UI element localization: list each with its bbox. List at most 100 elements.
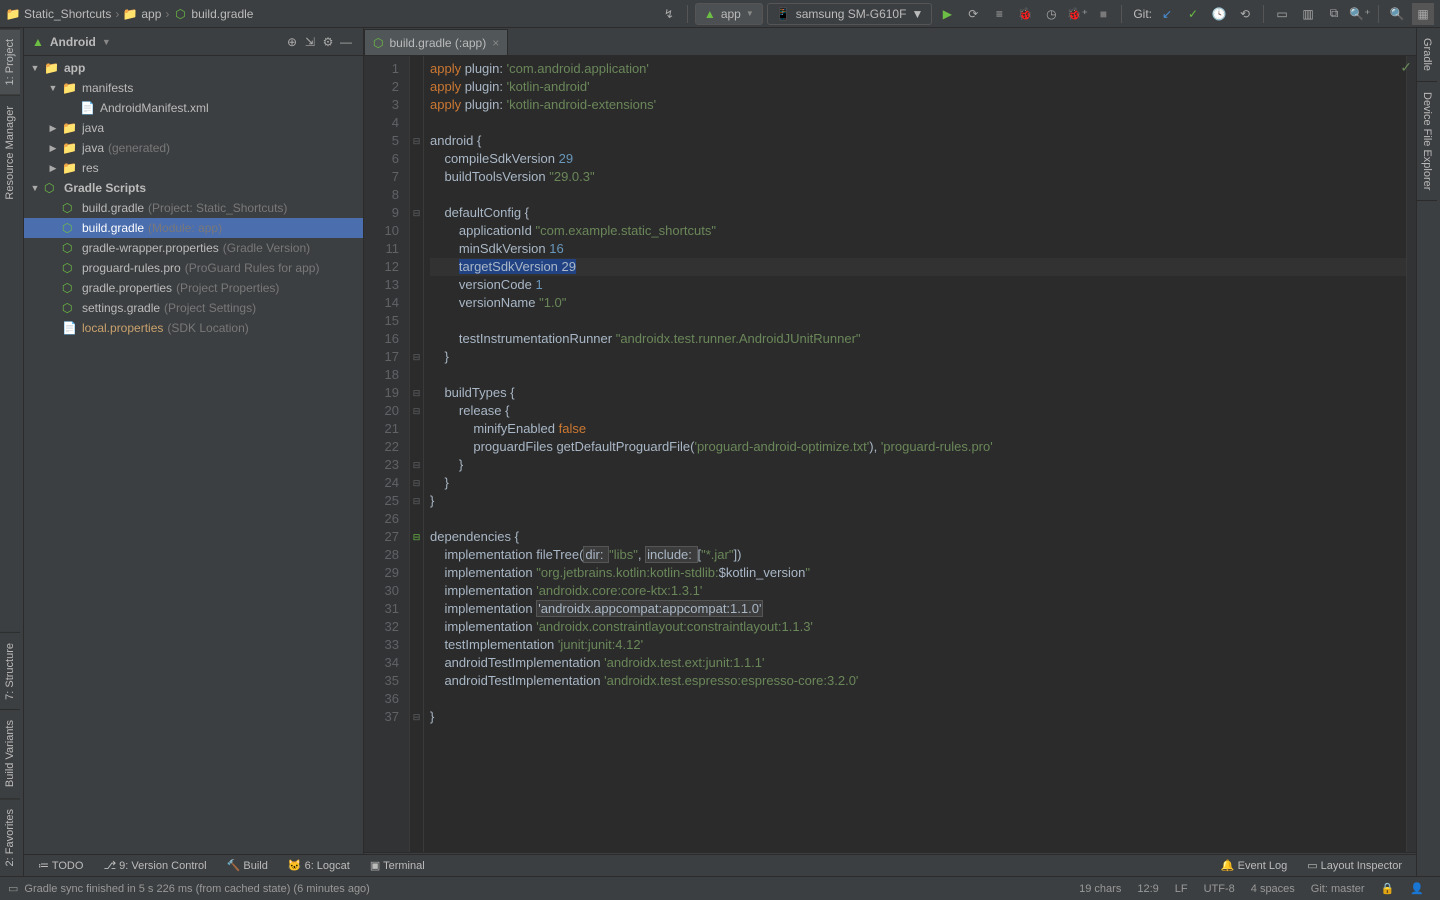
toolwindow-button[interactable]: ▣ Terminal bbox=[360, 855, 435, 876]
code-line[interactable]: implementation 'androidx.core:core-ktx:1… bbox=[430, 582, 1406, 600]
toolwindow-button[interactable]: ⎇ 9: Version Control bbox=[93, 855, 216, 876]
code-line[interactable]: } bbox=[430, 348, 1406, 366]
code-line[interactable]: minSdkVersion 16 bbox=[430, 240, 1406, 258]
device-select[interactable]: 📱 samsung SM-G610F ▼ bbox=[767, 3, 933, 25]
stop-icon[interactable]: ■ bbox=[1092, 3, 1114, 25]
code-line[interactable]: proguardFiles getDefaultProguardFile('pr… bbox=[430, 438, 1406, 456]
code-line[interactable]: implementation fileTree(dir: "libs", inc… bbox=[430, 546, 1406, 564]
code-line[interactable] bbox=[430, 312, 1406, 330]
code-line[interactable]: minifyEnabled false bbox=[430, 420, 1406, 438]
code-line[interactable]: defaultConfig { bbox=[430, 204, 1406, 222]
close-icon[interactable]: × bbox=[492, 36, 499, 50]
code-line[interactable]: } bbox=[430, 474, 1406, 492]
code-line[interactable]: androidTestImplementation 'androidx.test… bbox=[430, 672, 1406, 690]
attach-debug-icon[interactable]: 🐞⁺ bbox=[1066, 3, 1088, 25]
code-line[interactable]: androidTestImplementation 'androidx.test… bbox=[430, 654, 1406, 672]
tree-arrow-icon[interactable]: ▼ bbox=[28, 63, 42, 73]
tree-row[interactable]: 📄AndroidManifest.xml bbox=[24, 98, 363, 118]
lock-icon[interactable]: 🔒 bbox=[1373, 882, 1403, 895]
tree-row[interactable]: ⬡settings.gradle(Project Settings) bbox=[24, 298, 363, 318]
code-line[interactable]: } bbox=[430, 456, 1406, 474]
code-line[interactable]: implementation "org.jetbrains.kotlin:kot… bbox=[430, 564, 1406, 582]
crumb-project[interactable]: 📁 Static_Shortcuts bbox=[6, 7, 111, 21]
code-line[interactable]: applicationId "com.example.static_shortc… bbox=[430, 222, 1406, 240]
vcs-commit-icon[interactable]: ✓ bbox=[1182, 3, 1204, 25]
code-line[interactable]: apply plugin: 'kotlin-android-extensions… bbox=[430, 96, 1406, 114]
line-gutter[interactable]: 1234567891011121314151617181920212223242… bbox=[364, 56, 410, 852]
code-line[interactable]: targetSdkVersion 29 bbox=[430, 258, 1406, 276]
status-progress-icon[interactable]: 👤 bbox=[1402, 882, 1432, 895]
toolwindow-button[interactable]: ≔ TODO bbox=[28, 855, 93, 876]
status-icon[interactable]: ▭ bbox=[8, 882, 18, 895]
tree-row[interactable]: ▼📁app bbox=[24, 58, 363, 78]
code-line[interactable]: buildTypes { bbox=[430, 384, 1406, 402]
tree-row[interactable]: ⬡gradle.properties(Project Properties) bbox=[24, 278, 363, 298]
strip-button[interactable]: 2: Favorites bbox=[0, 798, 20, 876]
strip-button[interactable]: Gradle bbox=[1417, 28, 1437, 82]
tree-row[interactable]: ⬡gradle-wrapper.properties(Gradle Versio… bbox=[24, 238, 363, 258]
status-segment[interactable]: Git: master bbox=[1303, 883, 1373, 895]
code-line[interactable] bbox=[430, 186, 1406, 204]
code-line[interactable]: release { bbox=[430, 402, 1406, 420]
strip-button[interactable]: 1: Project bbox=[0, 28, 20, 95]
code-line[interactable]: buildToolsVersion "29.0.3" bbox=[430, 168, 1406, 186]
status-segment[interactable]: 12:9 bbox=[1129, 883, 1166, 895]
tree-row[interactable]: ▼⬡Gradle Scripts bbox=[24, 178, 363, 198]
sdk-manager-icon[interactable]: ▥ bbox=[1297, 3, 1319, 25]
strip-button[interactable]: Resource Manager bbox=[0, 95, 20, 210]
status-segment[interactable]: 19 chars bbox=[1071, 883, 1129, 895]
code-line[interactable]: implementation 'androidx.appcompat:appco… bbox=[430, 600, 1406, 618]
hide-icon[interactable]: — bbox=[337, 33, 355, 51]
run-icon[interactable]: ▶ bbox=[936, 3, 958, 25]
dropdown-icon[interactable]: ▼ bbox=[102, 37, 111, 47]
run-config-select[interactable]: ▲ app ▼ bbox=[695, 3, 763, 25]
tree-row[interactable]: 📄local.properties(SDK Location) bbox=[24, 318, 363, 338]
tree-row[interactable]: ▶📁java bbox=[24, 118, 363, 138]
tree-row[interactable]: ⬡build.gradle(Module: app) bbox=[24, 218, 363, 238]
collapse-icon[interactable]: ⇲ bbox=[301, 33, 319, 51]
settings-icon[interactable]: ▦ bbox=[1412, 3, 1434, 25]
code-line[interactable]: apply plugin: 'kotlin-android' bbox=[430, 78, 1406, 96]
code-line[interactable]: versionCode 1 bbox=[430, 276, 1406, 294]
project-view-label[interactable]: Android bbox=[50, 35, 96, 49]
tree-arrow-icon[interactable]: ▼ bbox=[46, 83, 60, 93]
code-line[interactable]: compileSdkVersion 29 bbox=[430, 150, 1406, 168]
toolwindow-button[interactable]: ▭ Layout Inspector bbox=[1297, 855, 1412, 876]
tree-row[interactable]: ▶📁java(generated) bbox=[24, 138, 363, 158]
apply-changes-icon[interactable]: ⟳ bbox=[962, 3, 984, 25]
toolwindow-button[interactable]: 🔔 Event Log bbox=[1211, 855, 1297, 876]
code-line[interactable]: versionName "1.0" bbox=[430, 294, 1406, 312]
status-segment[interactable]: 4 spaces bbox=[1243, 883, 1303, 895]
code-line[interactable]: testImplementation 'junit:junit:4.12' bbox=[430, 636, 1406, 654]
toolwindow-button[interactable]: 🐱 6: Logcat bbox=[278, 855, 360, 876]
tree-row[interactable]: ⬡build.gradle(Project: Static_Shortcuts) bbox=[24, 198, 363, 218]
code-line[interactable]: } bbox=[430, 492, 1406, 510]
crumb-module[interactable]: 📁 app bbox=[123, 7, 161, 21]
tree-arrow-icon[interactable]: ▼ bbox=[28, 183, 42, 193]
locate-icon[interactable]: ⊕ bbox=[283, 33, 301, 51]
code-line[interactable] bbox=[430, 510, 1406, 528]
vcs-history-icon[interactable]: 🕓 bbox=[1208, 3, 1230, 25]
strip-button[interactable]: Device File Explorer bbox=[1417, 82, 1437, 201]
code-line[interactable]: android { bbox=[430, 132, 1406, 150]
status-segment[interactable]: UTF-8 bbox=[1196, 883, 1243, 895]
search-icon[interactable]: 🔍 bbox=[1386, 3, 1408, 25]
code-line[interactable]: dependencies { bbox=[430, 528, 1406, 546]
code-line[interactable] bbox=[430, 366, 1406, 384]
error-stripe[interactable]: ✓ bbox=[1406, 56, 1416, 852]
avd-manager-icon[interactable]: ▭ bbox=[1271, 3, 1293, 25]
tree-arrow-icon[interactable]: ▶ bbox=[46, 123, 60, 134]
strip-button[interactable]: 7: Structure bbox=[0, 632, 20, 710]
vcs-revert-icon[interactable]: ⟲ bbox=[1234, 3, 1256, 25]
toolwindow-button[interactable]: 🔨 Build bbox=[217, 855, 278, 876]
code-line[interactable]: apply plugin: 'com.android.application' bbox=[430, 60, 1406, 78]
layout-inspector-icon[interactable]: 🔍⁺ bbox=[1349, 3, 1371, 25]
code-line[interactable]: testInstrumentationRunner "androidx.test… bbox=[430, 330, 1406, 348]
fold-column[interactable]: ⊟⊟⊟⊟⊟⊟⊟⊟⊟⊟ bbox=[410, 56, 424, 852]
tree-arrow-icon[interactable]: ▶ bbox=[46, 163, 60, 174]
gear-icon[interactable]: ⚙ bbox=[319, 33, 337, 51]
code-line[interactable]: implementation 'androidx.constraintlayou… bbox=[430, 618, 1406, 636]
profile-icon[interactable]: ◷ bbox=[1040, 3, 1062, 25]
resource-manager-icon[interactable]: ⧉ bbox=[1323, 3, 1345, 25]
project-tree[interactable]: ▼📁app▼📁manifests📄AndroidManifest.xml▶📁ja… bbox=[24, 56, 363, 876]
